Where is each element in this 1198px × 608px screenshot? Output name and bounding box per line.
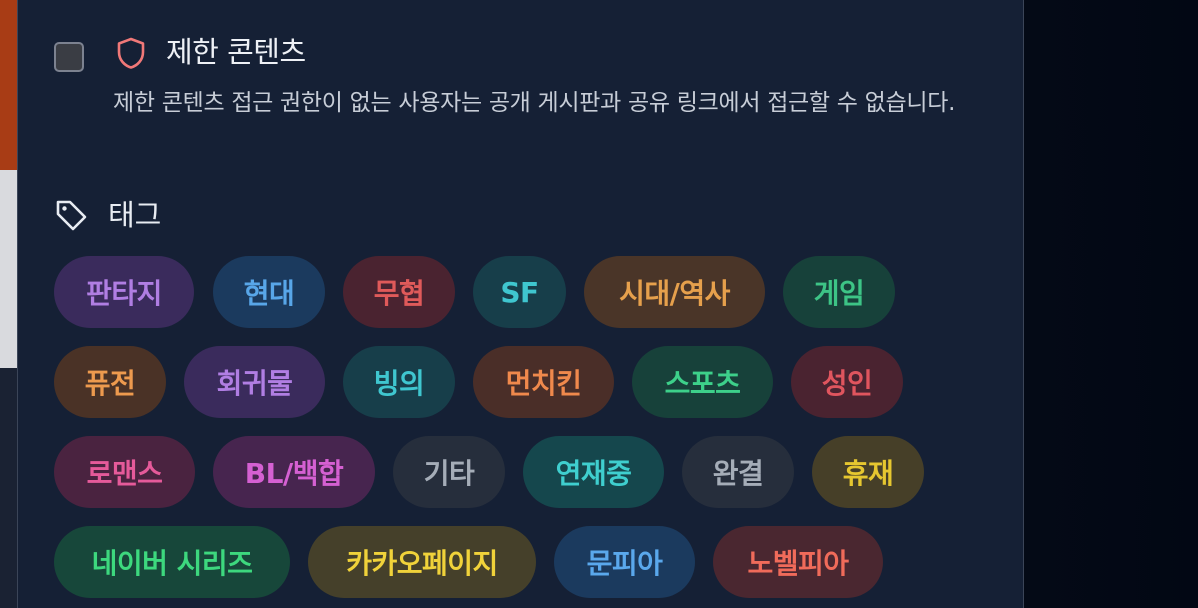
tag-chip-naver-series[interactable]: 네이버 시리즈 (54, 526, 290, 598)
tag-chip-munpia[interactable]: 문피아 (554, 526, 695, 598)
tag-chip-game[interactable]: 게임 (783, 256, 895, 328)
background-dark-block (0, 368, 18, 608)
tags-section-title: 태그 (108, 198, 162, 232)
tag-chip-novelpia[interactable]: 노벨피아 (713, 526, 883, 598)
tag-chip-hiatus[interactable]: 휴재 (812, 436, 924, 508)
background-overlay (1024, 0, 1198, 608)
restricted-content-title: 제한 콘텐츠 (166, 35, 306, 69)
tag-chip-regression[interactable]: 회귀물 (184, 346, 325, 418)
tag-chip-completed[interactable]: 완결 (682, 436, 794, 508)
background-accent-block (0, 0, 18, 170)
tag-chip-ongoing[interactable]: 연재중 (523, 436, 664, 508)
tag-chip-sf[interactable]: SF (473, 256, 566, 328)
tag-chip-other[interactable]: 기타 (393, 436, 505, 508)
restricted-content-checkbox[interactable] (54, 42, 84, 72)
tag-chip-fusion[interactable]: 퓨전 (54, 346, 166, 418)
tag-chip-modern[interactable]: 현대 (213, 256, 325, 328)
background-light-block (0, 170, 18, 368)
restricted-content-description: 제한 콘텐츠 접근 권한이 없는 사용자는 공개 게시판과 공유 링크에서 접근… (113, 90, 956, 116)
tag-chip-bl-gl[interactable]: BL/백합 (213, 436, 375, 508)
tag-chip-kakaopage[interactable]: 카카오페이지 (308, 526, 536, 598)
tag-chip-martial-arts[interactable]: 무협 (343, 256, 455, 328)
background-window-edge (0, 0, 18, 608)
tag-icon (56, 200, 87, 231)
tag-chip-historical[interactable]: 시대/역사 (584, 256, 765, 328)
tag-chip-fantasy[interactable]: 판타지 (54, 256, 194, 328)
tag-chip-munchkin[interactable]: 먼치킨 (473, 346, 614, 418)
tag-chip-sports[interactable]: 스포츠 (632, 346, 773, 418)
shield-icon (117, 37, 145, 69)
tag-chip-romance[interactable]: 로맨스 (54, 436, 195, 508)
tag-chip-possession[interactable]: 빙의 (343, 346, 455, 418)
tag-chip-adult[interactable]: 성인 (791, 346, 903, 418)
